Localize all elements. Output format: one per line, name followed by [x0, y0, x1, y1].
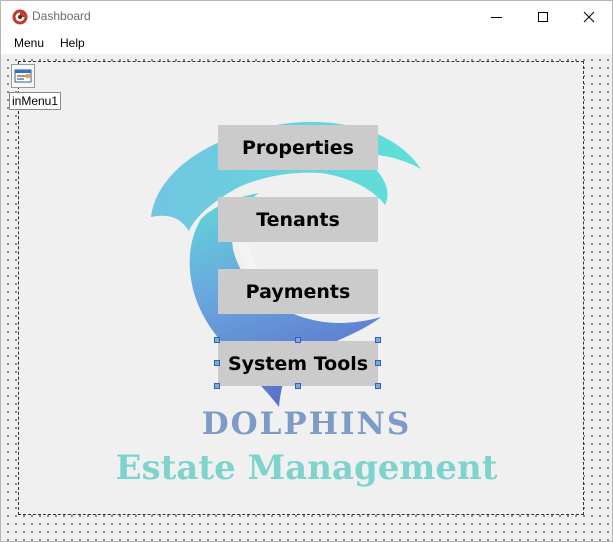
selection-handle-middle-left[interactable]	[214, 360, 220, 366]
window-title: Dashboard	[32, 9, 91, 23]
menu-item-menu[interactable]: Menu	[14, 36, 44, 50]
payments-button[interactable]: Payments	[218, 269, 378, 314]
minimize-button[interactable]	[474, 1, 520, 32]
properties-button[interactable]: Properties	[218, 125, 378, 170]
selection-handle-top-right[interactable]	[375, 337, 381, 343]
menu-bar: Menu Help	[1, 32, 612, 54]
selection-handle-bottom-middle[interactable]	[295, 383, 301, 389]
app-logo-icon	[12, 9, 28, 25]
close-button[interactable]	[566, 1, 612, 32]
dashboard-window: Dashboard Menu Help inMenu1 Properties T…	[0, 0, 613, 542]
main-menu-component-icon	[14, 69, 32, 83]
maximize-icon	[538, 12, 548, 22]
main-menu-component-label: inMenu1	[9, 92, 62, 110]
menu-item-help[interactable]: Help	[60, 36, 85, 50]
minimize-icon	[491, 17, 502, 18]
selection-handle-bottom-right[interactable]	[375, 383, 381, 389]
close-icon	[583, 11, 595, 23]
selection-handle-bottom-left[interactable]	[214, 383, 220, 389]
selection-handle-top-middle[interactable]	[295, 337, 301, 343]
selection-handle-middle-right[interactable]	[375, 360, 381, 366]
title-bar[interactable]: Dashboard	[1, 1, 612, 32]
system-tools-button[interactable]: System Tools	[218, 341, 378, 386]
selection-handle-top-left[interactable]	[214, 337, 220, 343]
tenants-button[interactable]: Tenants	[218, 197, 378, 242]
main-menu-component[interactable]	[11, 64, 35, 88]
brand-title: DOLPHINS	[201, 406, 412, 442]
maximize-button[interactable]	[520, 1, 566, 32]
brand-subtitle: Estate Management	[115, 448, 498, 488]
